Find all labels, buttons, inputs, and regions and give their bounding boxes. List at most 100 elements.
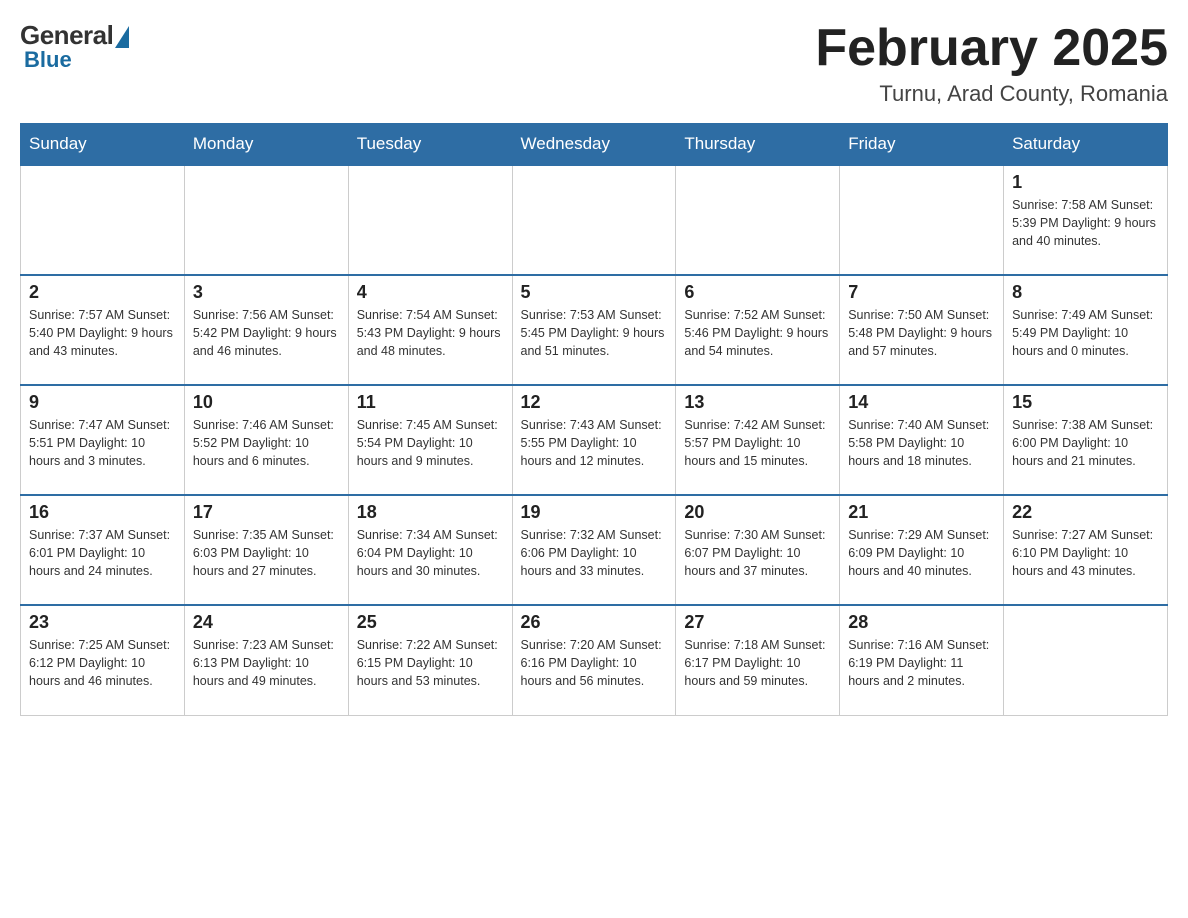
day-of-week-header: Sunday	[21, 124, 185, 166]
day-number: 4	[357, 282, 504, 303]
calendar-week-row: 9 Sunrise: 7:47 AM Sunset: 5:51 PM Daylig…	[21, 385, 1168, 495]
day-number: 10	[193, 392, 340, 413]
calendar-cell: 20Sunrise: 7:30 AM Sunset: 6:07 PM Dayli…	[676, 495, 840, 605]
calendar-cell: 28 Sunrise: 7:16 AM Sunset: 6:19 PM Dayli…	[840, 605, 1004, 715]
day-number: 23	[29, 612, 176, 633]
calendar-cell	[512, 165, 676, 275]
day-number: 19	[521, 502, 668, 523]
day-number: 11	[357, 392, 504, 413]
day-info: Sunrise: 7:32 AM Sunset: 6:06 PM Dayligh…	[521, 526, 668, 580]
day-info: Sunrise: 7:40 AM Sunset: 5:58 PM Dayligh…	[848, 416, 995, 470]
day-of-week-header: Monday	[184, 124, 348, 166]
day-number: 6	[684, 282, 831, 303]
day-number: 22	[1012, 502, 1159, 523]
calendar-cell: 3 Sunrise: 7:56 AM Sunset: 5:42 PM Daylig…	[184, 275, 348, 385]
day-number: 18	[357, 502, 504, 523]
calendar-cell: 14 Sunrise: 7:40 AM Sunset: 5:58 PM Dayli…	[840, 385, 1004, 495]
day-info: Sunrise: 7:45 AM Sunset: 5:54 PM Dayligh…	[357, 416, 504, 470]
day-info: Sunrise: 7:42 AM Sunset: 5:57 PM Dayligh…	[684, 416, 831, 470]
calendar-cell	[1004, 605, 1168, 715]
day-info: Sunrise: 7:23 AM Sunset: 6:13 PM Dayligh…	[193, 636, 340, 690]
day-info: Sunrise: 7:54 AM Sunset: 5:43 PM Dayligh…	[357, 306, 504, 360]
day-info: Sunrise: 7:37 AM Sunset: 6:01 PM Dayligh…	[29, 526, 176, 580]
day-number: 21	[848, 502, 995, 523]
day-info: Sunrise: 7:49 AM Sunset: 5:49 PM Dayligh…	[1012, 306, 1159, 360]
day-info: Sunrise: 7:43 AM Sunset: 5:55 PM Dayligh…	[521, 416, 668, 470]
calendar-cell: 1 Sunrise: 7:58 AM Sunset: 5:39 PM Daylig…	[1004, 165, 1168, 275]
calendar-cell: 7 Sunrise: 7:50 AM Sunset: 5:48 PM Daylig…	[840, 275, 1004, 385]
day-number: 28	[848, 612, 995, 633]
calendar-header-row: SundayMondayTuesdayWednesdayThursdayFrid…	[21, 124, 1168, 166]
calendar-week-row: 1 Sunrise: 7:58 AM Sunset: 5:39 PM Daylig…	[21, 165, 1168, 275]
calendar-week-row: 2 Sunrise: 7:57 AM Sunset: 5:40 PM Daylig…	[21, 275, 1168, 385]
day-info: Sunrise: 7:22 AM Sunset: 6:15 PM Dayligh…	[357, 636, 504, 690]
calendar-cell	[348, 165, 512, 275]
day-number: 7	[848, 282, 995, 303]
location-title: Turnu, Arad County, Romania	[815, 81, 1168, 107]
day-number: 17	[193, 502, 340, 523]
day-info: Sunrise: 7:57 AM Sunset: 5:40 PM Dayligh…	[29, 306, 176, 360]
day-info: Sunrise: 7:35 AM Sunset: 6:03 PM Dayligh…	[193, 526, 340, 580]
calendar-cell: 15 Sunrise: 7:38 AM Sunset: 6:00 PM Dayli…	[1004, 385, 1168, 495]
day-info: Sunrise: 7:18 AM Sunset: 6:17 PM Dayligh…	[684, 636, 831, 690]
calendar-week-row: 16 Sunrise: 7:37 AM Sunset: 6:01 PM Dayli…	[21, 495, 1168, 605]
calendar-week-row: 23 Sunrise: 7:25 AM Sunset: 6:12 PM Dayli…	[21, 605, 1168, 715]
calendar-cell: 24 Sunrise: 7:23 AM Sunset: 6:13 PM Dayli…	[184, 605, 348, 715]
day-number: 25	[357, 612, 504, 633]
day-number: 2	[29, 282, 176, 303]
calendar-cell: 5Sunrise: 7:53 AM Sunset: 5:45 PM Daylig…	[512, 275, 676, 385]
day-number: 3	[193, 282, 340, 303]
day-info: Sunrise: 7:58 AM Sunset: 5:39 PM Dayligh…	[1012, 196, 1159, 250]
calendar-cell: 21 Sunrise: 7:29 AM Sunset: 6:09 PM Dayli…	[840, 495, 1004, 605]
day-info: Sunrise: 7:47 AM Sunset: 5:51 PM Dayligh…	[29, 416, 176, 470]
day-of-week-header: Friday	[840, 124, 1004, 166]
calendar-cell: 27 Sunrise: 7:18 AM Sunset: 6:17 PM Dayli…	[676, 605, 840, 715]
day-info: Sunrise: 7:29 AM Sunset: 6:09 PM Dayligh…	[848, 526, 995, 580]
month-title: February 2025	[815, 20, 1168, 77]
logo-blue-text: Blue	[20, 47, 72, 73]
calendar-cell	[184, 165, 348, 275]
day-number: 26	[521, 612, 668, 633]
day-of-week-header: Saturday	[1004, 124, 1168, 166]
calendar-cell: 2 Sunrise: 7:57 AM Sunset: 5:40 PM Daylig…	[21, 275, 185, 385]
day-number: 8	[1012, 282, 1159, 303]
day-info: Sunrise: 7:25 AM Sunset: 6:12 PM Dayligh…	[29, 636, 176, 690]
day-number: 12	[521, 392, 668, 413]
day-number: 15	[1012, 392, 1159, 413]
day-info: Sunrise: 7:30 AM Sunset: 6:07 PM Dayligh…	[684, 526, 831, 580]
calendar-table: SundayMondayTuesdayWednesdayThursdayFrid…	[20, 123, 1168, 716]
day-info: Sunrise: 7:20 AM Sunset: 6:16 PM Dayligh…	[521, 636, 668, 690]
day-info: Sunrise: 7:50 AM Sunset: 5:48 PM Dayligh…	[848, 306, 995, 360]
day-info: Sunrise: 7:56 AM Sunset: 5:42 PM Dayligh…	[193, 306, 340, 360]
calendar-cell: 9 Sunrise: 7:47 AM Sunset: 5:51 PM Daylig…	[21, 385, 185, 495]
day-number: 16	[29, 502, 176, 523]
day-number: 1	[1012, 172, 1159, 193]
day-number: 9	[29, 392, 176, 413]
title-block: February 2025 Turnu, Arad County, Romani…	[815, 20, 1168, 107]
calendar-cell: 18Sunrise: 7:34 AM Sunset: 6:04 PM Dayli…	[348, 495, 512, 605]
calendar-cell: 22 Sunrise: 7:27 AM Sunset: 6:10 PM Dayli…	[1004, 495, 1168, 605]
logo: General Blue	[20, 20, 129, 73]
calendar-cell	[676, 165, 840, 275]
calendar-cell: 23 Sunrise: 7:25 AM Sunset: 6:12 PM Dayli…	[21, 605, 185, 715]
day-number: 14	[848, 392, 995, 413]
page-header: General Blue February 2025 Turnu, Arad C…	[20, 20, 1168, 107]
day-info: Sunrise: 7:27 AM Sunset: 6:10 PM Dayligh…	[1012, 526, 1159, 580]
calendar-cell: 4 Sunrise: 7:54 AM Sunset: 5:43 PM Daylig…	[348, 275, 512, 385]
day-info: Sunrise: 7:16 AM Sunset: 6:19 PM Dayligh…	[848, 636, 995, 690]
calendar-cell: 16 Sunrise: 7:37 AM Sunset: 6:01 PM Dayli…	[21, 495, 185, 605]
day-number: 27	[684, 612, 831, 633]
calendar-cell: 13Sunrise: 7:42 AM Sunset: 5:57 PM Dayli…	[676, 385, 840, 495]
calendar-cell: 25 Sunrise: 7:22 AM Sunset: 6:15 PM Dayli…	[348, 605, 512, 715]
calendar-cell: 10Sunrise: 7:46 AM Sunset: 5:52 PM Dayli…	[184, 385, 348, 495]
calendar-cell	[21, 165, 185, 275]
day-info: Sunrise: 7:53 AM Sunset: 5:45 PM Dayligh…	[521, 306, 668, 360]
day-info: Sunrise: 7:38 AM Sunset: 6:00 PM Dayligh…	[1012, 416, 1159, 470]
day-of-week-header: Wednesday	[512, 124, 676, 166]
day-of-week-header: Thursday	[676, 124, 840, 166]
day-info: Sunrise: 7:52 AM Sunset: 5:46 PM Dayligh…	[684, 306, 831, 360]
calendar-cell: 8 Sunrise: 7:49 AM Sunset: 5:49 PM Daylig…	[1004, 275, 1168, 385]
calendar-cell	[840, 165, 1004, 275]
day-number: 24	[193, 612, 340, 633]
calendar-cell: 19 Sunrise: 7:32 AM Sunset: 6:06 PM Dayli…	[512, 495, 676, 605]
